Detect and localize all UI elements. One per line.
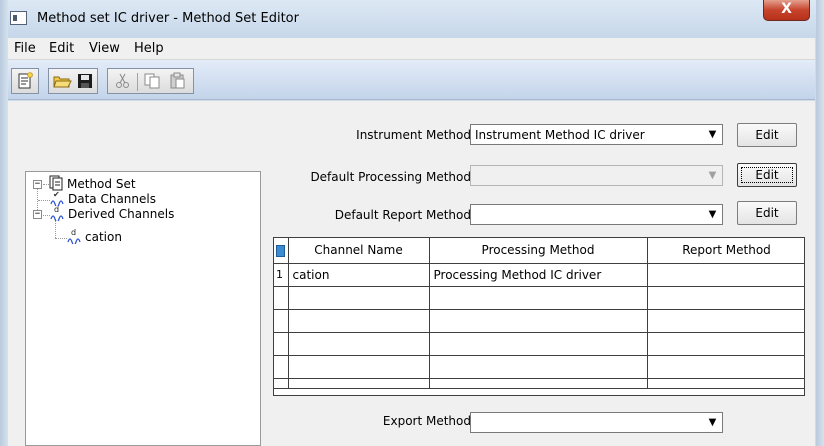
processing-method-cell[interactable]: Processing Method IC driver [429,263,648,287]
default-processing-method-label: Default Processing Method [310,170,471,184]
table-row[interactable] [274,286,804,310]
channel-name-cell[interactable] [288,355,430,379]
chevron-down-icon[interactable]: ▼ [704,126,721,143]
title-bar[interactable]: Method set IC driver - Method Set Editor… [0,0,824,38]
processing-method-cell[interactable] [429,378,648,389]
table-row[interactable] [274,355,804,379]
paste-icon[interactable] [168,72,188,90]
chevron-down-icon[interactable]: ▼ [704,206,721,223]
svg-text:d: d [71,228,76,237]
report-method-cell[interactable] [647,332,804,356]
focus-ring [741,167,793,183]
app-icon [10,11,27,25]
tree-connector [55,238,67,239]
table-row[interactable] [274,332,804,356]
processing-method-cell[interactable] [429,332,648,356]
toolbar-separator [137,73,138,91]
grid-corner[interactable] [274,238,289,264]
menu-file[interactable]: File [14,41,36,56]
default-report-method-label: Default Report Method [334,208,471,222]
default-report-method-select[interactable]: ▼ [470,204,723,225]
row-number[interactable] [274,286,289,310]
row-number[interactable] [274,355,289,379]
table-row[interactable]: 1 cation Processing Method IC driver [274,263,804,287]
cut-icon[interactable] [113,72,133,90]
export-method-select[interactable]: ▼ [470,412,723,433]
menu-bar: File Edit View Help [8,38,815,60]
tree-item-method-set[interactable]: Method Set [67,177,136,191]
tree-derived-collapse-toggle[interactable]: − [33,210,42,219]
svg-text:d: d [54,205,59,214]
chevron-down-icon[interactable]: ▼ [704,414,721,431]
default-processing-method-select[interactable]: ▼ [470,165,723,186]
channel-name-cell[interactable] [288,309,430,333]
tree-root-collapse-toggle[interactable]: − [33,180,42,189]
window-left-border [0,0,8,446]
export-method-label: Export Method [382,414,471,428]
tree-item-data-channels[interactable]: Data Channels [68,192,156,206]
toolbar-group-edit [107,68,194,94]
report-method-cell[interactable] [647,378,804,389]
method-set-tree[interactable]: − Method Set ✔ Data Channels − d Derived… [25,171,261,446]
table-row[interactable] [274,378,804,389]
open-icon[interactable] [52,72,72,90]
grid-select-all-icon[interactable] [276,244,286,257]
column-header-report-method[interactable]: Report Method [647,238,804,264]
save-icon[interactable] [75,72,95,90]
tree-connector [38,200,50,201]
tree-connector [43,215,50,216]
derived-channel-icon: d [50,205,66,224]
method-set-icon [49,175,63,191]
column-header-processing-method[interactable]: Processing Method [429,238,648,264]
toolbar [8,60,815,100]
menu-view[interactable]: View [89,41,120,56]
instrument-method-label: Instrument Method [356,128,471,142]
column-header-channel-name[interactable]: Channel Name [288,238,430,264]
channel-name-cell[interactable]: cation [288,263,430,287]
report-method-cell[interactable] [647,355,804,379]
window-right-border [816,0,824,446]
chevron-down-icon[interactable]: ▼ [704,167,721,184]
channel-grid[interactable]: Channel Name Processing Method Report Me… [273,237,805,396]
close-button[interactable]: X [763,0,810,21]
menu-help[interactable]: Help [134,41,164,56]
instrument-method-value: Instrument Method IC driver [475,128,645,142]
editor-content: − Method Set ✔ Data Channels − d Derived… [8,101,815,446]
report-method-cell[interactable] [647,286,804,310]
menu-edit[interactable]: Edit [49,41,74,56]
window-title: Method set IC driver - Method Set Editor [37,11,299,26]
report-method-cell[interactable] [647,263,804,287]
processing-method-cell[interactable] [429,355,648,379]
new-icon[interactable] [15,72,35,90]
channel-name-cell[interactable] [288,286,430,310]
channel-table: Channel Name Processing Method Report Me… [274,238,804,389]
row-number[interactable]: 1 [274,263,289,287]
tree-item-cation[interactable]: cation [85,230,122,244]
instrument-method-select[interactable]: Instrument Method IC driver ▼ [470,124,723,145]
row-number[interactable] [274,309,289,333]
channel-name-cell[interactable] [288,332,430,356]
toolbar-group-file [48,68,98,94]
channel-name-cell[interactable] [288,378,430,389]
toolbar-group-new [11,68,39,94]
row-number[interactable] [274,378,289,389]
default-report-method-edit-button[interactable]: Edit [737,201,797,225]
copy-icon[interactable] [142,72,162,90]
report-method-cell[interactable] [647,309,804,333]
processing-method-cell[interactable] [429,309,648,333]
table-row[interactable] [274,309,804,333]
table-header-row: Channel Name Processing Method Report Me… [274,238,804,264]
derived-channel-icon: d [67,228,83,247]
instrument-method-edit-button[interactable]: Edit [737,123,797,147]
method-set-editor-window: Method set IC driver - Method Set Editor… [0,0,824,446]
tree-item-derived-channels[interactable]: Derived Channels [68,207,174,221]
default-processing-method-edit-button[interactable]: Edit [737,163,797,187]
svg-text:✔: ✔ [53,190,60,199]
row-number[interactable] [274,332,289,356]
processing-method-cell[interactable] [429,286,648,310]
